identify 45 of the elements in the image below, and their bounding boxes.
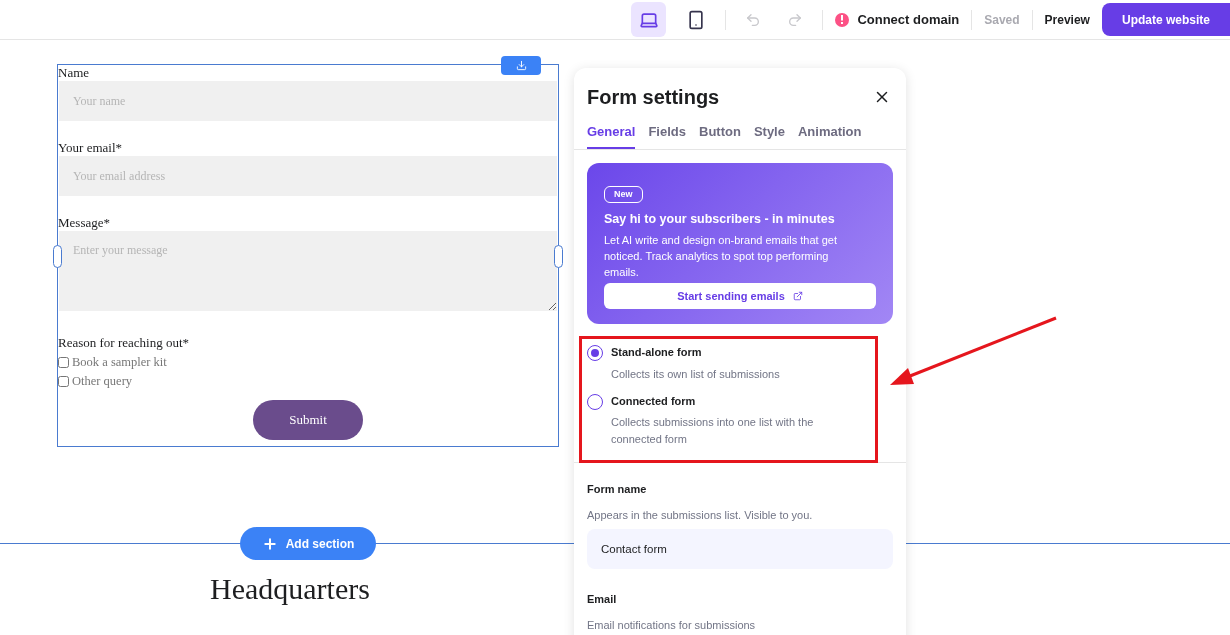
redo-icon: [787, 11, 804, 28]
alert-icon: [835, 12, 850, 27]
checkbox-label: Book a sampler kit: [72, 354, 167, 372]
undo-icon: [745, 11, 762, 28]
section-heading: Headquarters: [210, 571, 370, 607]
tab[interactable]: Style: [753, 122, 785, 149]
tab[interactable]: Button: [699, 122, 741, 149]
field-label: Reason for reaching out*: [58, 334, 191, 352]
connect-domain-button[interactable]: Connect domain: [835, 9, 960, 30]
form-name-label: Form name: [587, 482, 648, 498]
start-sending-button[interactable]: Start sending emails: [604, 283, 876, 310]
promo-text: Let AI write and design on-brand emails that get noticed. Track analytics to spot top performing emails.: [604, 233, 838, 281]
submit-button[interactable]: Submit: [253, 400, 363, 440]
add-section-button[interactable]: Add section: [240, 527, 376, 560]
option-label: Connected form: [611, 393, 697, 409]
download-button[interactable]: [501, 56, 541, 75]
field-label: Your email*: [58, 140, 123, 156]
option-description: Collects submissions into one list with the connected form: [611, 415, 815, 448]
tab[interactable]: Animation: [797, 122, 862, 149]
saved-status: Saved: [984, 11, 1020, 29]
form-name-hint: Appears in the submissions list. Visible to you.: [587, 507, 814, 523]
form-name-field[interactable]: Contact form: [587, 529, 893, 570]
email-hint: Email notifications for submissions: [587, 617, 757, 633]
option-description: Collects its own list of submissions: [611, 366, 781, 382]
email-label: Email: [587, 592, 618, 608]
field-label: Message*: [58, 215, 110, 231]
tab[interactable]: General: [587, 122, 636, 149]
promo-title: Say hi to your subscribers - in minutes: [604, 210, 836, 228]
tab[interactable]: Fields: [648, 122, 686, 149]
external-link-icon: [792, 291, 803, 302]
checkbox-label: Other query: [72, 373, 133, 391]
update-website-button[interactable]: Update website: [1101, 3, 1230, 36]
device-toggle[interactable]: [631, 2, 667, 37]
checkbox[interactable]: [58, 357, 69, 368]
text-field[interactable]: Your name: [59, 81, 557, 121]
message-field[interactable]: Enter your message: [59, 231, 557, 311]
text-field[interactable]: Your email address: [59, 156, 557, 196]
panel-title: Form settings: [587, 85, 720, 110]
download-icon: [515, 60, 527, 71]
preview-button[interactable]: Preview: [1044, 10, 1090, 29]
field-label: Name: [58, 65, 90, 81]
plus-icon: [261, 535, 278, 552]
new-badge: New: [604, 185, 643, 203]
checkbox[interactable]: [58, 376, 69, 387]
option-label: Stand-alone form: [611, 345, 703, 361]
